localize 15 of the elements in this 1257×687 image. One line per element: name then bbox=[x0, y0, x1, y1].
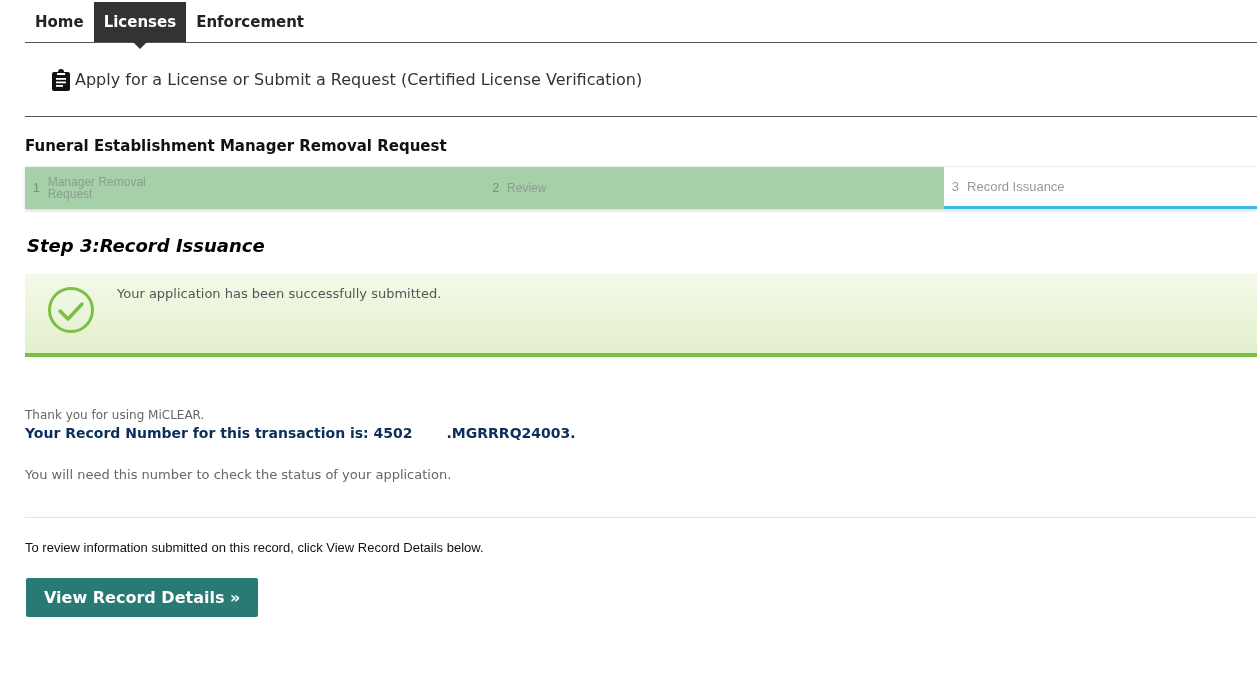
record-number-text: Your Record Number for this transaction is: 4502 .MGRRRQ24003. bbox=[25, 425, 577, 441]
nav-tab[interactable]: Home bbox=[25, 2, 94, 42]
clipboard-icon bbox=[51, 68, 71, 91]
check-circle-icon bbox=[47, 286, 95, 334]
status-note: You will need this number to check the status of your application. bbox=[25, 467, 453, 482]
review-note: To review information submitted on this record, click View Record Details below. bbox=[25, 540, 485, 555]
progress-step: 3 Record Issuance bbox=[943, 167, 1257, 209]
apply-link[interactable]: Apply for a License or Submit a Request (Certified License Verification) bbox=[75, 70, 643, 89]
thanks-text: Thank you for using MiCLEAR. bbox=[25, 408, 206, 422]
form-title: Funeral Establishment Manager Removal Request bbox=[25, 137, 448, 155]
nav-tab[interactable]: Enforcement bbox=[186, 2, 315, 42]
success-message: Your application has been successfully submitted. bbox=[117, 286, 442, 301]
pointer-icon bbox=[132, 42, 147, 49]
step-heading: Step 3:Record Issuance bbox=[27, 235, 266, 256]
view-record-details-button[interactable]: View Record Details » bbox=[26, 578, 259, 617]
